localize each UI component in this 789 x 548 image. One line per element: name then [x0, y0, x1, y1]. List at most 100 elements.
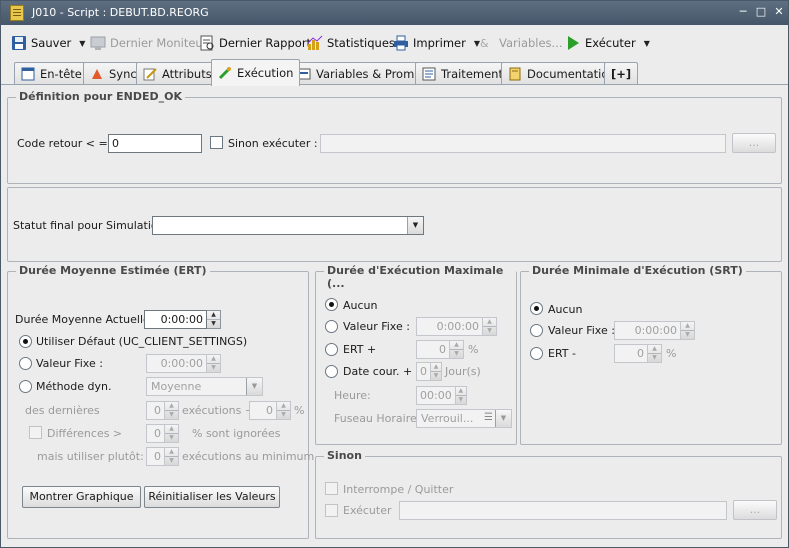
tab-header[interactable]: En-tête	[14, 62, 89, 84]
ert-min-executions-label: exécutions au minimum	[182, 450, 315, 463]
spin-down-icon[interactable]: ▼	[431, 371, 441, 380]
show-graph-button[interactable]: Montrer Graphique	[22, 486, 141, 508]
else-execute-checkbox[interactable]	[325, 504, 338, 517]
save-button[interactable]: Sauver ▼	[11, 32, 85, 54]
else-group: Sinon Interrompe / Quitter Exécuter ...	[315, 449, 782, 539]
tab-processing[interactable]: Traitement	[415, 62, 510, 84]
max-fixed-radio[interactable]	[325, 320, 338, 333]
else-execute-label: Exécuter	[343, 504, 392, 517]
max-date-spinner[interactable]: 0 ▲ ▼	[416, 362, 442, 381]
execute-button[interactable]: Exécuter ▼	[565, 32, 650, 54]
ert-ignored-label: % sont ignorées	[192, 427, 281, 440]
spin-up-icon[interactable]: ▲	[165, 425, 178, 433]
ert-differences-checkbox[interactable]	[29, 426, 42, 439]
minimize-icon[interactable]: ─	[735, 4, 751, 20]
ert-fixed-radio[interactable]	[19, 357, 32, 370]
ert-but-use-label: mais utiliser plutôt:	[37, 450, 144, 463]
statistics-button[interactable]: Statistiques	[307, 32, 395, 54]
max-date-radio[interactable]	[325, 365, 338, 378]
spin-up-icon[interactable]: ▲	[450, 341, 463, 349]
spin-down-icon[interactable]: ▼	[165, 410, 178, 419]
ert-fixed-spinner[interactable]: 0:00:00 ▲ ▼	[146, 354, 221, 373]
max-ert-radio[interactable]	[325, 343, 338, 356]
spin-down-icon[interactable]: ▼	[681, 330, 694, 339]
else-execute-browse-button[interactable]: ...	[732, 133, 776, 153]
chevron-down-icon: ▼	[246, 378, 262, 395]
ert-differences-label: Différences >	[47, 427, 123, 440]
ert-min-executions-spinner[interactable]: 0 ▲ ▼	[146, 447, 179, 466]
maximize-icon[interactable]: □	[753, 4, 769, 20]
tab-add[interactable]: [+]	[604, 62, 639, 84]
ert-percent-label: %	[294, 404, 305, 417]
close-icon[interactable]: ✕	[771, 4, 787, 20]
ert-last-spinner[interactable]: 0 ▲ ▼	[146, 401, 179, 420]
play-icon	[565, 35, 581, 51]
spin-up-icon[interactable]: ▲	[165, 402, 178, 410]
variables-icon: &	[479, 35, 495, 51]
save-dropdown-icon[interactable]: ▼	[79, 39, 85, 48]
min-ert-radio[interactable]	[530, 347, 543, 360]
min-none-radio[interactable]	[530, 302, 543, 315]
spin-up-icon[interactable]: ▲	[165, 448, 178, 456]
tab-attributes[interactable]: Attributs	[136, 62, 219, 84]
reset-values-button[interactable]: Réinitialiser les Valeurs	[144, 486, 280, 508]
spin-down-icon[interactable]: ▼	[483, 326, 496, 335]
spin-down-icon[interactable]: ▼	[455, 395, 466, 404]
variables-button[interactable]: & Variables...	[479, 32, 563, 54]
ert-plus-spinner[interactable]: 0 ▲ ▼	[249, 401, 291, 420]
else-cancel-checkbox[interactable]	[325, 482, 338, 495]
execute-dropdown-icon[interactable]: ▼	[644, 39, 650, 48]
spin-up-icon[interactable]: ▲	[456, 387, 466, 395]
max-timezone-select[interactable]: Verrouil... ☰ ▼	[416, 409, 512, 428]
min-fixed-radio[interactable]	[530, 324, 543, 337]
min-fixed-spinner[interactable]: 0:00:00 ▲ ▼	[614, 321, 695, 340]
chevron-down-icon: ▼	[495, 410, 511, 427]
list-icon: ☰	[484, 412, 493, 423]
spin-down-icon[interactable]: ▼	[165, 433, 178, 442]
else-execute-input[interactable]	[320, 134, 726, 153]
simulation-group: Statut final pour Simulation: ▼	[7, 187, 782, 262]
spin-down-icon[interactable]: ▼	[207, 319, 220, 328]
spin-down-icon[interactable]: ▼	[277, 410, 290, 419]
tab-execution[interactable]: Exécution	[211, 59, 301, 86]
max-ert-spinner[interactable]: 0 ▲ ▼	[416, 340, 464, 359]
monitor-icon	[90, 35, 106, 51]
ended-ok-group: Définition pour ENDED_OK Code retour < =…	[7, 90, 782, 184]
else-execute-checkbox[interactable]	[210, 136, 223, 149]
min-fixed-label: Valeur Fixe :	[548, 324, 615, 337]
processing-icon	[422, 67, 436, 81]
ert-dynamic-select[interactable]: Moyenne ▼	[146, 377, 263, 396]
min-ert-spinner[interactable]: 0 ▲ ▼	[614, 344, 662, 363]
print-button[interactable]: Imprimer ▼	[393, 32, 480, 54]
spin-down-icon[interactable]: ▼	[165, 456, 178, 465]
spin-up-icon[interactable]: ▲	[483, 318, 496, 326]
spin-up-icon[interactable]: ▲	[277, 402, 290, 410]
spin-up-icon[interactable]: ▲	[207, 311, 220, 319]
spin-down-icon[interactable]: ▼	[648, 353, 661, 362]
last-monitor-button[interactable]: Dernier Moniteur	[90, 32, 207, 54]
max-fixed-spinner[interactable]: 0:00:00 ▲ ▼	[416, 317, 497, 336]
tab-sync[interactable]: Sync	[83, 62, 144, 84]
max-time-spinner[interactable]: 00:00 ▲ ▼	[416, 386, 467, 405]
else-browse-button[interactable]: ...	[733, 500, 777, 520]
ert-differences-spinner[interactable]: 0 ▲ ▼	[146, 424, 179, 443]
title-bar: J010 - Script : DEBUT.BD.REORG ─ □ ✕	[1, 1, 788, 25]
last-report-button[interactable]: Dernier Rapport	[199, 32, 311, 54]
spin-up-icon[interactable]: ▲	[207, 355, 220, 363]
simulation-status-select[interactable]: ▼	[152, 216, 424, 235]
else-execute-input[interactable]	[399, 501, 727, 520]
return-code-input[interactable]: 0	[108, 134, 202, 153]
spin-down-icon[interactable]: ▼	[450, 349, 463, 358]
spin-up-icon[interactable]: ▲	[431, 363, 441, 371]
ert-default-radio[interactable]	[19, 335, 32, 348]
max-none-radio[interactable]	[325, 298, 338, 311]
spin-up-icon[interactable]: ▲	[648, 345, 661, 353]
spin-down-icon[interactable]: ▼	[207, 363, 220, 372]
spin-up-icon[interactable]: ▲	[681, 322, 694, 330]
printer-icon	[393, 35, 409, 51]
script-icon	[10, 5, 24, 21]
max-days-label: Jour(s)	[445, 365, 481, 378]
ert-current-spinner[interactable]: 0:00:00 ▲ ▼	[144, 310, 221, 329]
ert-dynamic-radio[interactable]	[19, 380, 32, 393]
statistics-icon	[307, 35, 323, 51]
